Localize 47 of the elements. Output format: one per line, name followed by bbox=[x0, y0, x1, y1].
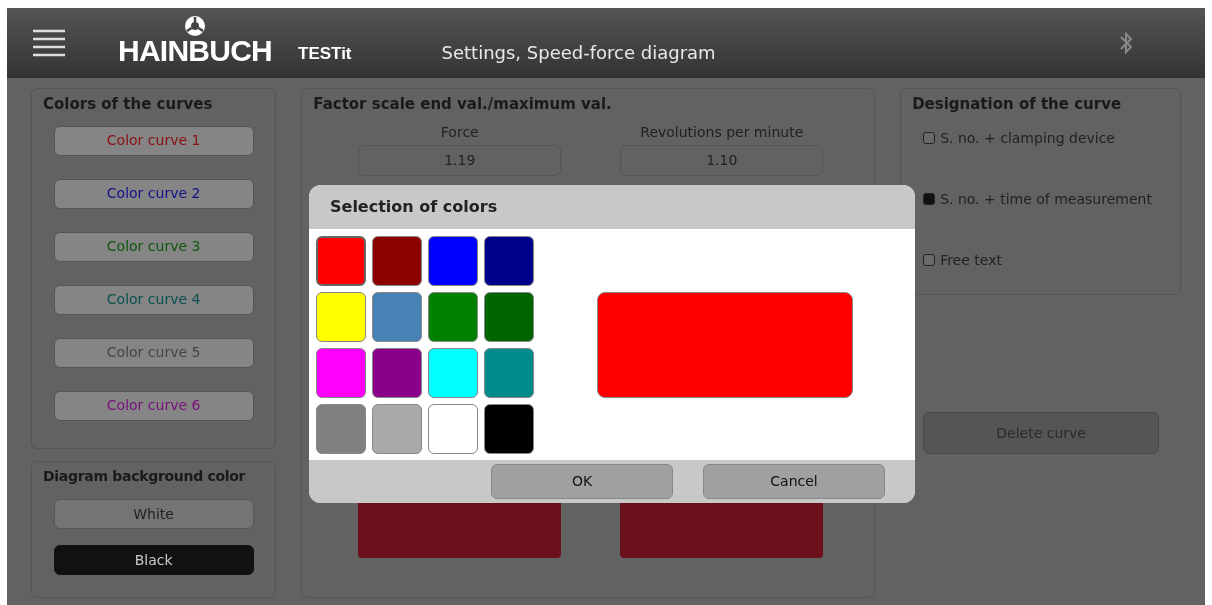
color-swatch[interactable] bbox=[316, 291, 366, 342]
cancel-button[interactable]: Cancel bbox=[703, 464, 885, 499]
color-swatch[interactable] bbox=[428, 291, 478, 342]
checkbox-label: S. no. + time of measurement bbox=[940, 189, 1152, 209]
curve-color-button[interactable]: Color curve 5 bbox=[53, 337, 254, 368]
color-swatch[interactable] bbox=[484, 235, 534, 286]
background-option-button[interactable]: Black bbox=[53, 545, 254, 575]
color-swatch[interactable] bbox=[372, 235, 422, 286]
checkbox-label: Free text bbox=[940, 250, 1002, 270]
color-swatch[interactable] bbox=[316, 347, 366, 398]
curve-color-button[interactable]: Color curve 3 bbox=[53, 231, 254, 262]
color-swatch[interactable] bbox=[484, 347, 534, 398]
color-swatch[interactable] bbox=[484, 403, 534, 454]
checkbox[interactable] bbox=[923, 193, 936, 205]
background-option-button[interactable]: White bbox=[53, 499, 254, 529]
color-swatch[interactable] bbox=[428, 347, 478, 398]
field-label: Force bbox=[440, 122, 479, 142]
color-swatch[interactable] bbox=[316, 235, 366, 286]
curve-color-button[interactable]: Color curve 6 bbox=[53, 390, 254, 421]
brand-logo-text: HAINBUCH bbox=[118, 37, 272, 65]
panel-title: Designation of the curve bbox=[912, 94, 1123, 115]
panel-title: Colors of the curves bbox=[43, 94, 214, 115]
color-swatch[interactable] bbox=[372, 291, 422, 342]
color-swatch[interactable] bbox=[428, 403, 478, 454]
color-swatch[interactable] bbox=[316, 403, 366, 454]
color-swatch[interactable] bbox=[428, 235, 478, 286]
checkbox[interactable] bbox=[923, 254, 936, 266]
menu-icon[interactable] bbox=[32, 28, 66, 58]
panel-title: Factor scale end val./maximum val. bbox=[313, 94, 613, 115]
color-swatch[interactable] bbox=[484, 291, 534, 342]
checkbox[interactable] bbox=[923, 132, 936, 144]
page-title: Settings, Speed-force diagram bbox=[441, 40, 716, 65]
dialog-title: Selection of colors bbox=[330, 196, 498, 218]
panel-title: Diagram background color bbox=[43, 467, 247, 486]
bluetooth-icon bbox=[1119, 29, 1133, 57]
field-label: Revolutions per minute bbox=[640, 122, 804, 142]
color-swatch[interactable] bbox=[372, 403, 422, 454]
product-name: TESTit bbox=[298, 43, 352, 66]
ok-button[interactable]: OK bbox=[491, 464, 673, 499]
curve-color-button[interactable]: Color curve 2 bbox=[53, 178, 254, 209]
curve-color-button[interactable]: Color curve 1 bbox=[53, 125, 254, 156]
color-swatch[interactable] bbox=[372, 347, 422, 398]
curve-color-button[interactable]: Color curve 4 bbox=[53, 284, 254, 315]
checkbox-label: S. no. + clamping device bbox=[940, 128, 1115, 148]
logo-icon bbox=[184, 15, 206, 37]
value-field[interactable]: 1.19 bbox=[358, 144, 562, 176]
value-field[interactable]: 1.10 bbox=[620, 144, 824, 176]
